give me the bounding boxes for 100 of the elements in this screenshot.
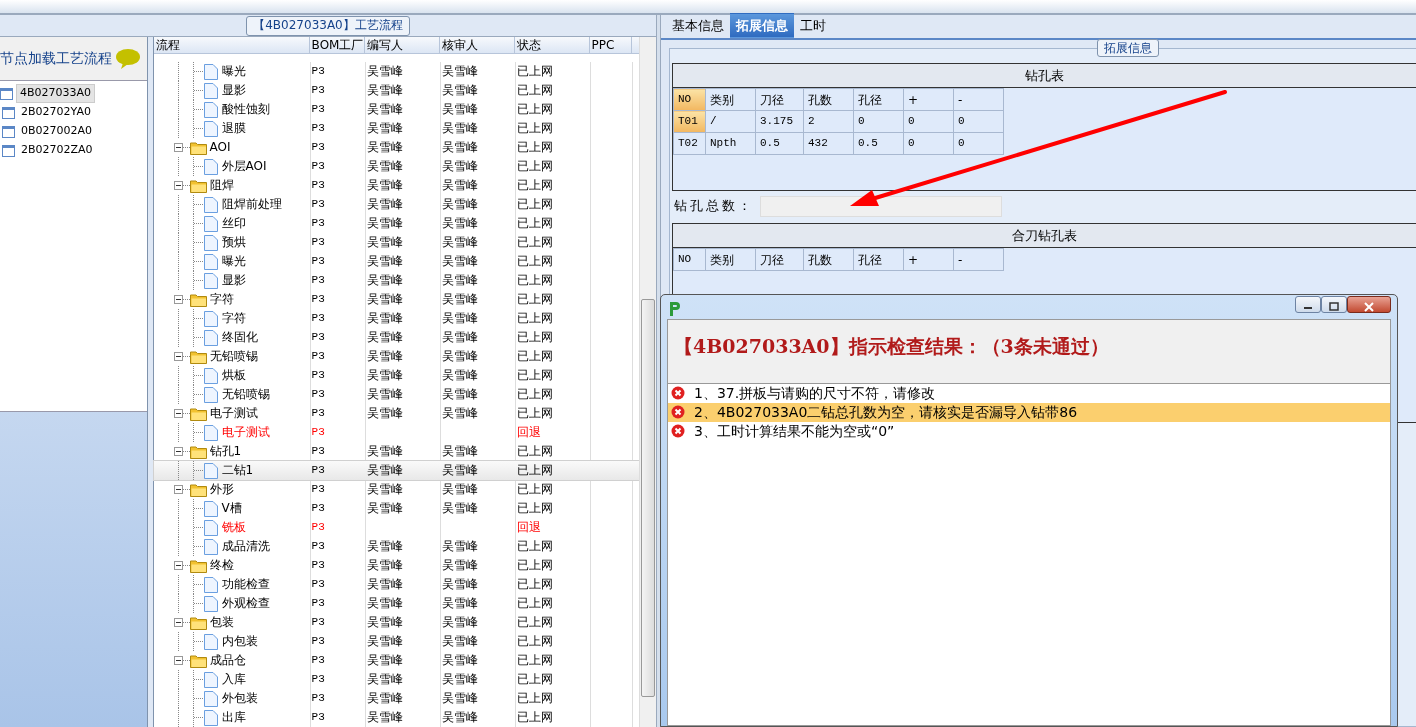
column-header: NO — [673, 248, 706, 271]
tab[interactable]: 工时 — [794, 13, 832, 38]
column-header[interactable]: BOM工厂 — [309, 37, 365, 53]
table-cell: P3 — [311, 559, 325, 571]
tree-item[interactable]: 字符 — [206, 290, 234, 309]
tree-item[interactable]: 包装 — [206, 613, 234, 632]
tree-item[interactable]: 铣板 — [218, 518, 246, 537]
tree-item[interactable]: 无铅喷锡 — [218, 385, 270, 404]
table-cell: 吴雪峰 — [441, 387, 478, 401]
input-field[interactable] — [760, 195, 1002, 217]
tree-item[interactable]: 2B02702YA0 — [18, 104, 94, 121]
tree-item[interactable]: 预烘 — [218, 233, 246, 252]
column-header[interactable]: 流程 — [153, 37, 310, 53]
tree-item[interactable]: 无铅喷锡 — [206, 347, 258, 366]
table-cell: 吴雪峰 — [366, 634, 403, 648]
tree-item[interactable]: AOI — [206, 138, 231, 157]
tree-item[interactable]: 2B02702ZA0 — [18, 142, 96, 159]
collapse-toggle[interactable] — [173, 409, 183, 418]
table-cell: P3 — [311, 692, 325, 704]
folder-icon — [189, 349, 207, 364]
tree-item[interactable]: 电子测试 — [206, 404, 258, 423]
tree-item[interactable]: 烘板 — [218, 366, 246, 385]
collapse-toggle[interactable] — [173, 295, 183, 304]
table-cell: 吴雪峰 — [441, 121, 478, 135]
result-item[interactable]: 2、4B027033A0二钻总孔数为空，请核实是否漏导入钻带86 — [668, 402, 1390, 422]
column-header[interactable]: PPC — [589, 37, 632, 53]
folder-icon — [189, 178, 207, 193]
collapse-toggle[interactable] — [173, 352, 183, 361]
table-cell: 吴雪峰 — [366, 672, 403, 686]
tree-item[interactable]: 0B027002A0 — [18, 123, 96, 140]
column-header[interactable]: 编写人 — [364, 37, 440, 53]
tree-item[interactable]: 外形 — [206, 480, 234, 499]
tree-item[interactable]: 内包装 — [218, 632, 258, 651]
collapse-toggle[interactable] — [173, 143, 183, 152]
tree-item[interactable]: 外观检查 — [218, 594, 270, 613]
tree-item[interactable]: 外包装 — [218, 689, 258, 708]
collapse-toggle[interactable] — [173, 561, 183, 570]
tree-item[interactable]: 显影 — [218, 81, 246, 100]
tree-item[interactable]: 外层AOI — [218, 157, 267, 176]
table-cell: 已上网 — [516, 159, 553, 173]
collapse-toggle[interactable] — [173, 181, 183, 190]
table-cell: 吴雪峰 — [441, 615, 478, 629]
scrollbar[interactable] — [639, 37, 656, 727]
column-header[interactable]: 状态 — [514, 37, 590, 53]
table-cell: 已上网 — [516, 292, 553, 306]
column-header[interactable]: 核审人 — [439, 37, 515, 53]
tree-item[interactable]: 二钻1 — [218, 461, 254, 480]
tree-item[interactable]: 酸性蚀刻 — [218, 100, 270, 119]
collapse-toggle[interactable] — [173, 447, 183, 456]
table-cell: 吴雪峰 — [441, 539, 478, 553]
table-cell: P3 — [311, 635, 325, 647]
tree-item[interactable]: 入库 — [218, 670, 246, 689]
tree-item[interactable]: 终固化 — [218, 328, 258, 347]
column-header: - — [953, 248, 1004, 271]
table-cell: 吴雪峰 — [366, 330, 403, 344]
tab[interactable]: 基本信息 — [666, 13, 730, 38]
table-cell: 0 — [953, 132, 1004, 155]
tab[interactable]: 拓展信息 — [730, 13, 794, 38]
table-cell: P3 — [311, 483, 325, 495]
table-cell: P3 — [311, 540, 325, 552]
tree-item[interactable]: 曝光 — [218, 252, 246, 271]
collapse-toggle[interactable] — [173, 618, 183, 627]
tree-item[interactable]: 阻焊 — [206, 176, 234, 195]
table-cell: 回退 — [516, 520, 541, 534]
table-cell: 2 — [803, 110, 854, 133]
tree-item[interactable]: 字符 — [218, 309, 246, 328]
collapse-toggle[interactable] — [173, 656, 183, 665]
table-cell: 吴雪峰 — [366, 64, 403, 78]
close-button[interactable] — [1347, 296, 1391, 313]
tree-item[interactable]: V槽 — [218, 499, 242, 518]
tree-item[interactable]: 退膜 — [218, 119, 246, 138]
collapse-toggle[interactable] — [173, 485, 183, 494]
result-item[interactable]: 1、37.拼板与请购的尺寸不符，请修改 — [668, 383, 1390, 403]
tree-item[interactable]: 4B027033A0 — [16, 84, 96, 103]
maximize-button[interactable] — [1321, 296, 1347, 313]
tree-item[interactable]: 电子测试 — [218, 423, 270, 442]
tree-item[interactable]: 功能检查 — [218, 575, 270, 594]
tree-item[interactable]: 显影 — [218, 271, 246, 290]
tree-item[interactable]: 成品仓 — [206, 651, 246, 670]
table-cell: 3.175 — [755, 110, 804, 133]
tree-item[interactable]: 出库 — [218, 708, 246, 727]
minimize-button[interactable] — [1295, 296, 1321, 313]
column-header: 类别 — [705, 248, 756, 271]
column-header: 孔数 — [803, 88, 854, 111]
tree-item[interactable]: 阻焊前处理 — [218, 195, 282, 214]
app-logo-icon — [667, 301, 681, 317]
table-cell: 已上网 — [516, 64, 553, 78]
tree-item[interactable]: 钻孔1 — [206, 442, 242, 461]
table-cell: P3 — [311, 312, 325, 324]
tree-item[interactable]: 曝光 — [218, 62, 246, 81]
table-cell: P3 — [311, 407, 325, 419]
tree-item[interactable]: 丝印 — [218, 214, 246, 233]
table-cell: 吴雪峰 — [441, 197, 478, 211]
tree-item[interactable]: 终检 — [206, 556, 234, 575]
table-cell: 吴雪峰 — [441, 501, 478, 515]
result-item[interactable]: 3、工时计算结果不能为空或“0” — [668, 421, 1390, 441]
folder-icon — [189, 292, 207, 307]
table-cell: 吴雪峰 — [441, 577, 478, 591]
table-cell: P3 — [311, 654, 325, 666]
tree-item[interactable]: 成品清洗 — [218, 537, 270, 556]
